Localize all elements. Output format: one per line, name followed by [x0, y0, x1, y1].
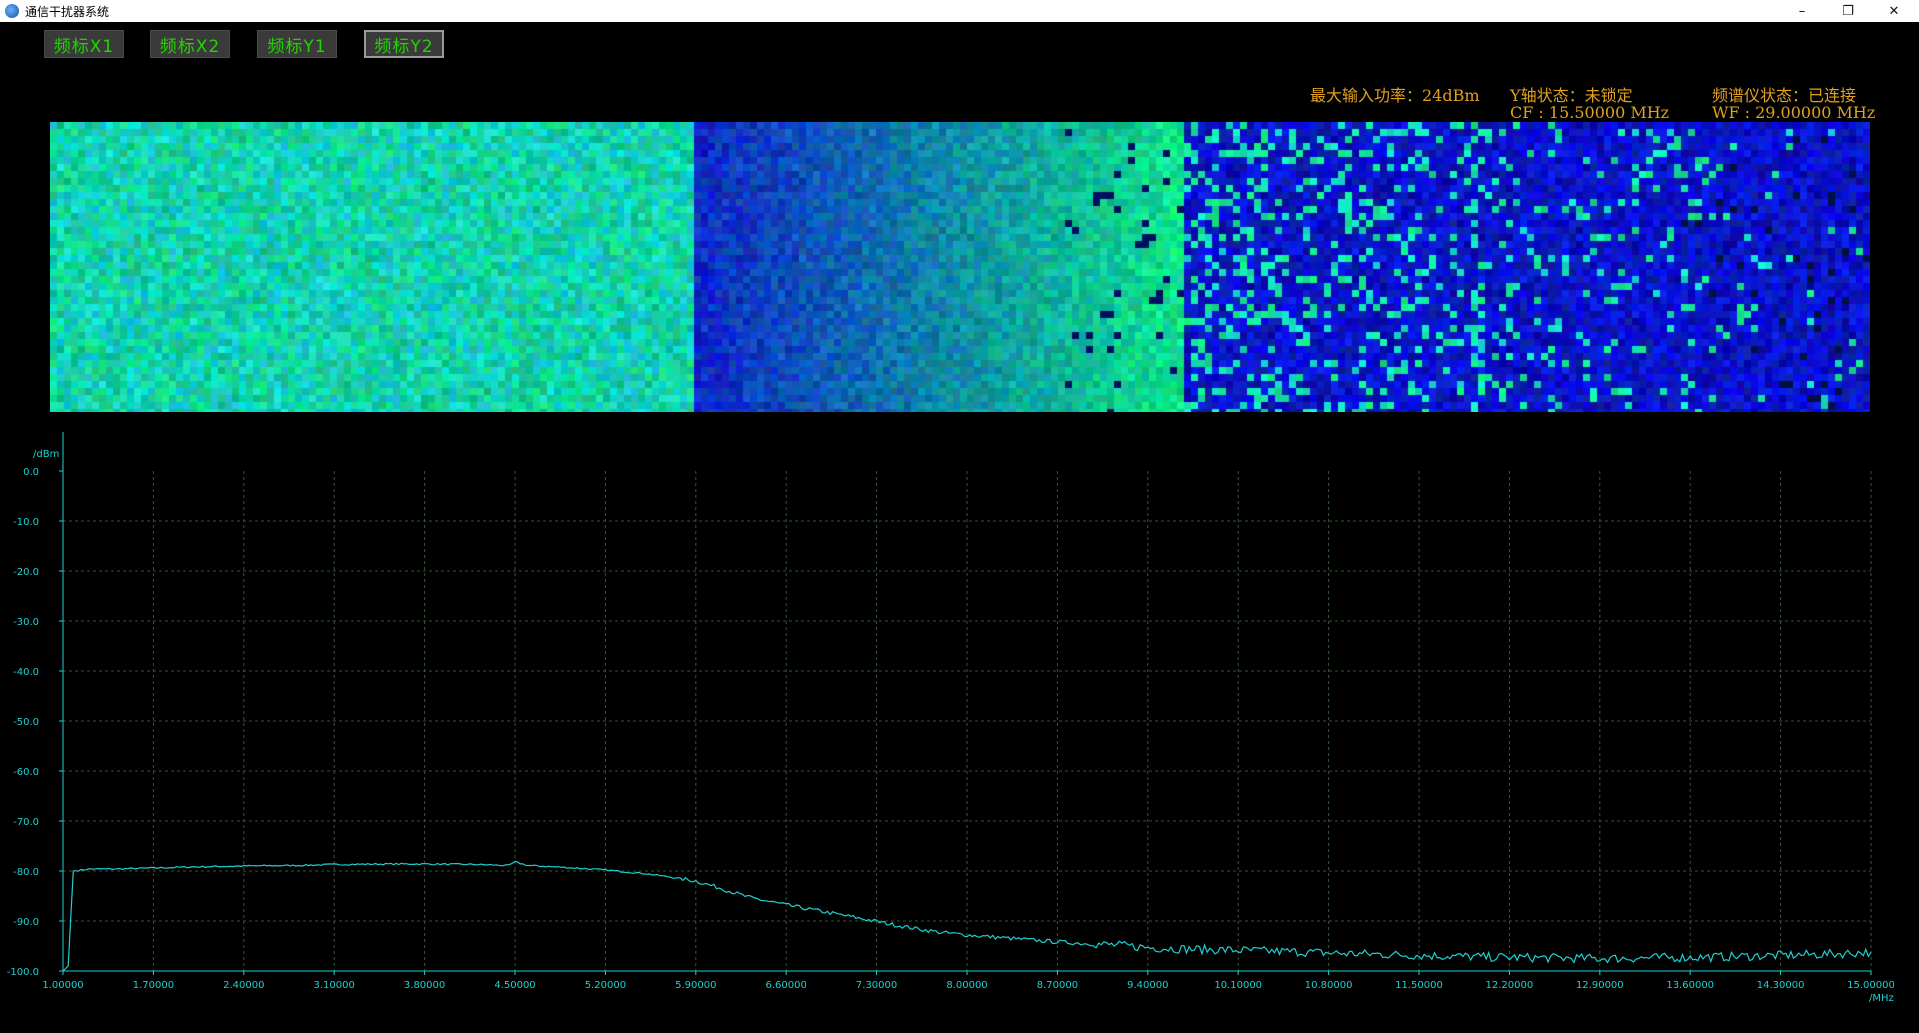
y-tick-label: -40.0: [13, 667, 39, 678]
x-tick-label: 14.30000: [1757, 980, 1805, 991]
x-tick-label: 12.90000: [1576, 980, 1624, 991]
y-tick-label: -30.0: [13, 617, 39, 628]
x-tick-label: 10.80000: [1305, 980, 1353, 991]
marker-x1-button[interactable]: 频标X1: [44, 30, 124, 58]
x-tick-label: 11.50000: [1395, 980, 1443, 991]
x-tick-label: 7.30000: [856, 980, 897, 991]
x-tick-label: 8.00000: [946, 980, 987, 991]
close-button[interactable]: ✕: [1871, 0, 1917, 22]
center-frequency-status: CF : 15.50000 MHz: [1510, 103, 1670, 122]
y-axis-unit-label: /dBm: [33, 449, 59, 460]
x-axis-unit-label: /MHz: [1869, 993, 1894, 1004]
x-tick-label: 1.70000: [133, 980, 174, 991]
y-tick-label: -60.0: [13, 767, 39, 778]
x-tick-label: 15.00000: [1847, 980, 1895, 991]
waterfall-span-status: WF : 29.00000 MHz: [1712, 103, 1876, 122]
y-tick-label: -100.0: [7, 967, 39, 978]
y-tick-label: -80.0: [13, 867, 39, 878]
max-input-power-status: 最大输入功率：24dBm: [1310, 86, 1480, 105]
app-main: 频标X1 频标X2 频标Y1 频标Y2 最大输入功率：24dBm Y轴状态：未锁…: [0, 22, 1919, 1033]
x-tick-label: 8.70000: [1037, 980, 1078, 991]
chart-grid: [62, 471, 1872, 972]
marker-y2-button[interactable]: 频标Y2: [364, 30, 444, 58]
y-tick-label: -10.0: [13, 517, 39, 528]
x-tick-label: 3.80000: [404, 980, 445, 991]
app-logo-icon: [5, 4, 19, 18]
x-tick-label: 3.10000: [314, 980, 355, 991]
y-tick-label: -50.0: [13, 717, 39, 728]
maximize-button[interactable]: ❐: [1825, 0, 1871, 22]
y-tick-label: 0.0: [23, 467, 39, 478]
x-tick-label: 9.40000: [1127, 980, 1168, 991]
spectrum-chart: 0.0 -10.0 -20.0 -30.0 -40.0 -50.0 -60.0 -70.0 -8…: [7, 432, 1895, 1004]
y-tick-label: -20.0: [13, 567, 39, 578]
x-tick-label: 6.60000: [766, 980, 807, 991]
marker-y1-button[interactable]: 频标Y1: [257, 30, 337, 58]
x-tick-label: 10.10000: [1214, 980, 1262, 991]
x-tick-label: 5.90000: [675, 980, 716, 991]
x-tick-label: 4.50000: [494, 980, 535, 991]
y-tick-label: -70.0: [13, 817, 39, 828]
x-tick-label: 5.20000: [585, 980, 626, 991]
x-tick-label: 1.00000: [42, 980, 83, 991]
x-tick-label: 13.60000: [1666, 980, 1714, 991]
waterfall-display: [50, 122, 1870, 412]
y-axis-ticks: 0.0 -10.0 -20.0 -30.0 -40.0 -50.0 -60.0 -70.0 -8…: [7, 467, 63, 978]
y-tick-label: -90.0: [13, 917, 39, 928]
x-tick-label: 2.40000: [223, 980, 264, 991]
x-tick-label: 12.20000: [1486, 980, 1534, 991]
window-title: 通信干扰器系统: [25, 4, 110, 19]
minimize-button[interactable]: –: [1779, 0, 1825, 22]
title-bar: 通信干扰器系统 – ❐ ✕: [0, 0, 1919, 22]
x-axis-ticks: 1.00000 1.70000 2.40000 3.10000 3.80000 4.500…: [42, 971, 1895, 991]
marker-x2-button[interactable]: 频标X2: [150, 30, 230, 58]
